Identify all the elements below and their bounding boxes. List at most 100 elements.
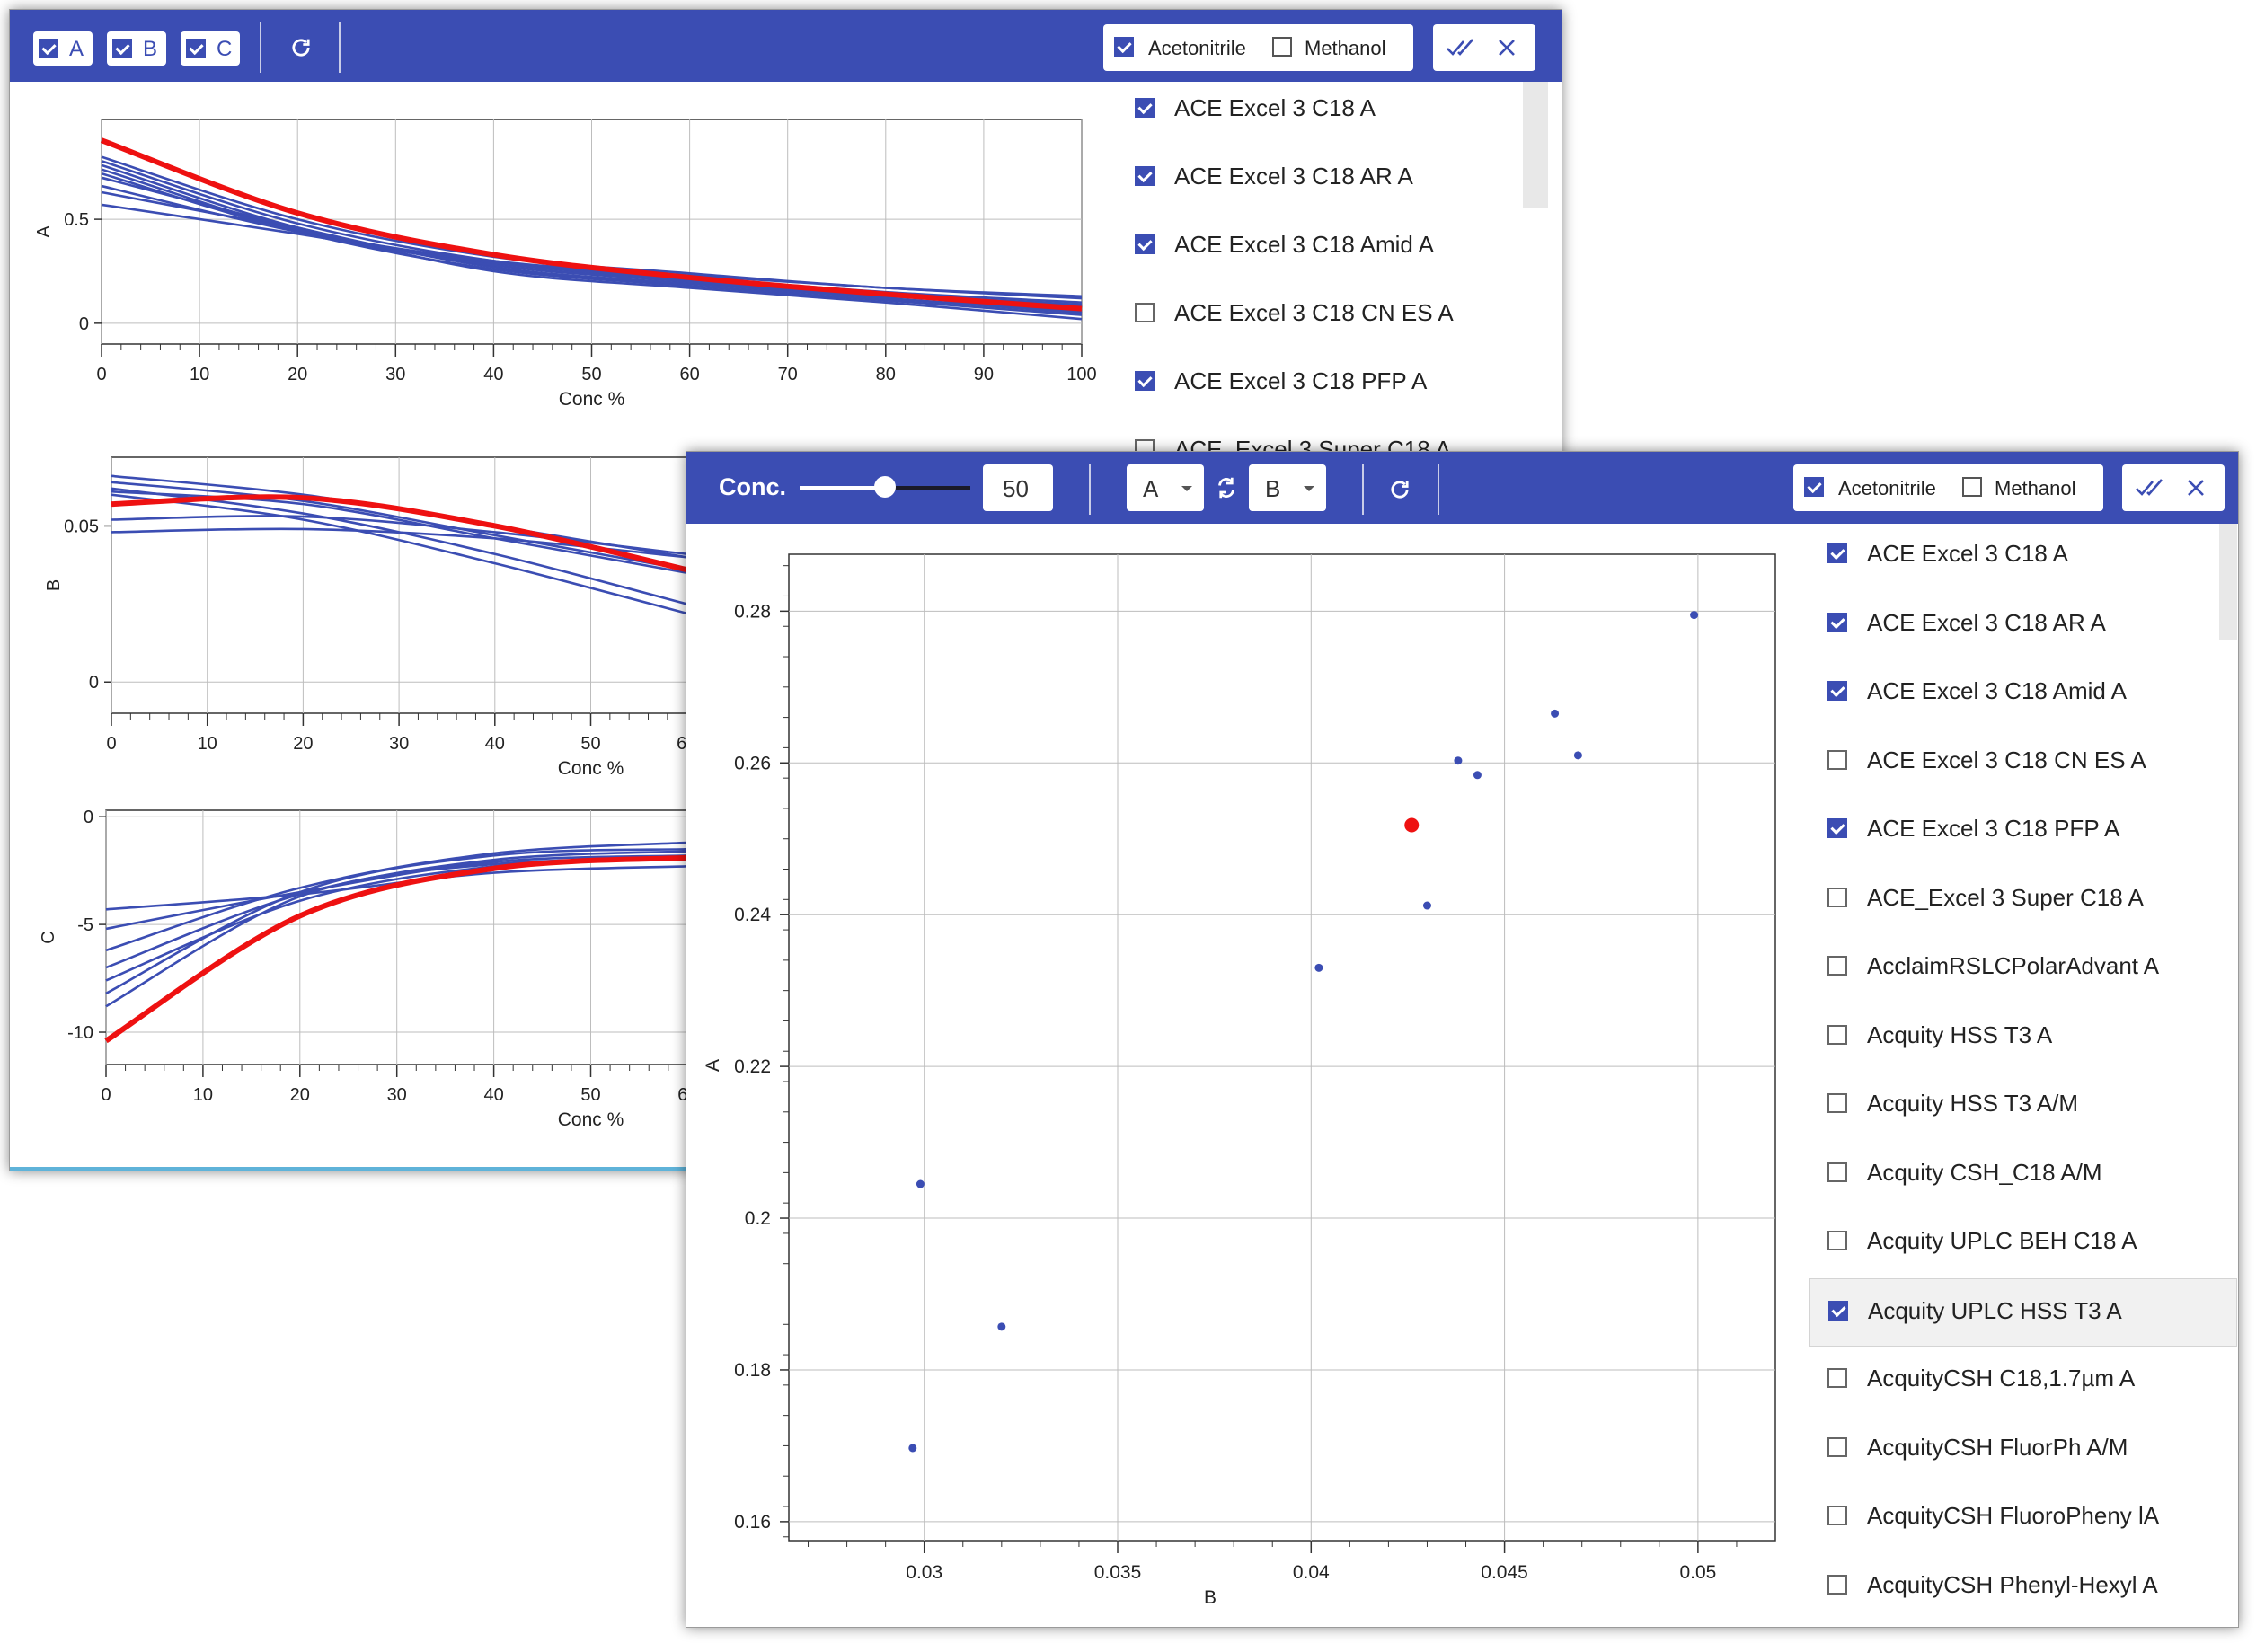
solvent-toggle-group: Acetonitrile Methanol [1793, 464, 2103, 511]
toolbar-divider [339, 22, 341, 73]
toggle-a[interactable]: A [33, 31, 93, 66]
toggle-c[interactable]: C [181, 31, 240, 66]
column-checkbox[interactable] [1827, 1231, 1847, 1250]
scatter-toolbar: Conc. 50 A B Acetonitrile Methanol [686, 452, 2238, 524]
x-axis-label: Conc % [558, 758, 624, 779]
scrollbar[interactable] [1523, 82, 1548, 208]
swap-icon[interactable] [1213, 473, 1240, 502]
conc-slider-thumb[interactable] [874, 476, 896, 498]
column-list-item[interactable]: AcquityCSH FluoroPheny lA [1809, 1484, 2237, 1552]
x-tick-label: 40 [483, 1085, 503, 1105]
x-tick-label: 20 [290, 1085, 310, 1105]
x-axis-select[interactable]: A [1127, 464, 1204, 511]
x-tick-label: 10 [198, 734, 217, 754]
column-list-item[interactable]: ACE Excel 3 C18 Amid A [1117, 213, 1548, 281]
front-column-list[interactable]: ACE Excel 3 C18 A ACE Excel 3 C18 AR A ACE… [1809, 524, 2237, 1625]
apply-close-group [1433, 24, 1535, 71]
column-checkbox[interactable] [1827, 1162, 1847, 1182]
column-list-item[interactable]: Acquity UPLC BEH C18 A [1809, 1209, 2237, 1277]
column-list-item[interactable]: ACE Excel 3 C18 A [1117, 76, 1548, 145]
data-point [908, 1444, 917, 1453]
column-list-item[interactable]: AcquityCSH C18,1.7µm A [1809, 1347, 2237, 1415]
column-checkbox[interactable] [1828, 1300, 1848, 1321]
column-label: ACE Excel 3 C18 PFP A [1174, 367, 1428, 394]
column-checkbox[interactable] [1827, 1506, 1847, 1525]
y-tick-label: 0.16 [734, 1512, 771, 1533]
column-label: ACE Excel 3 C18 A [1867, 540, 2068, 567]
column-list-item[interactable]: ACE Excel 3 C18 CN ES A [1117, 281, 1548, 349]
column-checkbox[interactable] [1827, 612, 1847, 632]
column-checkbox[interactable] [1135, 234, 1155, 254]
column-checkbox[interactable] [1827, 956, 1847, 976]
solvent-methanol[interactable]: Methanol [1272, 37, 1407, 60]
column-list-item[interactable]: ACE Excel 3 C18 AR A [1117, 145, 1548, 213]
x-tick-label: 60 [679, 365, 699, 384]
close-icon[interactable] [2185, 477, 2207, 499]
toggle-c-label: C [217, 37, 233, 61]
x-tick-label: 0.05 [1679, 1562, 1716, 1583]
y-tick-label: 0.2 [745, 1208, 771, 1229]
column-list-item[interactable]: ACE_Excel 3 Super C18 A [1809, 866, 2237, 934]
double-check-icon[interactable] [1446, 37, 1476, 58]
column-checkbox[interactable] [1827, 1093, 1847, 1113]
x-tick-label: 90 [974, 365, 994, 384]
y-axis-select[interactable]: B [1249, 464, 1326, 511]
x-tick-label: 20 [293, 734, 313, 754]
column-list-item[interactable]: ACE Excel 3 C18 CN ES A [1809, 729, 2237, 797]
y-tick-label: 0 [79, 314, 89, 334]
column-checkbox[interactable] [1827, 887, 1847, 907]
refresh-icon[interactable] [288, 35, 314, 60]
column-list-item[interactable]: ACE Excel 3 C18 A [1809, 522, 2237, 590]
x-tick-label: 0.04 [1293, 1562, 1330, 1583]
column-list-item[interactable]: ACE Excel 3 C18 PFP A [1117, 349, 1548, 418]
refresh-icon[interactable] [1387, 477, 1412, 502]
x-tick-label: 100 [1066, 365, 1096, 384]
column-checkbox[interactable] [1827, 543, 1847, 563]
toggle-b[interactable]: B [107, 31, 166, 66]
column-list-item[interactable]: ACE Excel 3 C18 AR A [1809, 591, 2237, 659]
column-list-item[interactable]: Acquity UPLC HSS T3 A [1809, 1277, 2237, 1347]
solvent-acetonitrile[interactable]: Acetonitrile [1804, 477, 1966, 500]
column-checkbox[interactable] [1827, 818, 1847, 838]
column-checkbox[interactable] [1827, 681, 1847, 701]
column-list-item[interactable]: Acquity HSS T3 A [1809, 1003, 2237, 1072]
x-axis-label: Conc % [559, 389, 625, 410]
column-checkbox[interactable] [1135, 166, 1155, 186]
column-checkbox[interactable] [1135, 98, 1155, 118]
column-list-item[interactable]: AcquityCSH FluorPh A/M [1809, 1416, 2237, 1484]
toggle-b-label: B [143, 37, 158, 61]
close-icon[interactable] [1496, 37, 1517, 58]
double-check-icon[interactable] [2135, 477, 2165, 499]
column-checkbox[interactable] [1827, 749, 1847, 770]
solvent-acetonitrile[interactable]: Acetonitrile [1114, 37, 1276, 60]
column-label: AcquityCSH Phenyl-Hexyl A [1867, 1570, 2158, 1598]
column-list-item[interactable]: Acquity CSH_C18 A/M [1809, 1141, 2237, 1209]
column-label: Acquity HSS T3 A [1867, 1020, 2053, 1048]
conc-slider[interactable] [800, 476, 970, 498]
solvent-methanol-label: Methanol [1305, 37, 1386, 59]
x-tick-label: 30 [385, 365, 405, 384]
scrollbar[interactable] [2219, 524, 2237, 640]
column-checkbox[interactable] [1827, 1436, 1847, 1457]
column-checkbox[interactable] [1827, 1368, 1847, 1388]
data-point [1573, 751, 1582, 760]
solvent-methanol[interactable]: Methanol [1962, 477, 2097, 500]
scatter-chart: 0.03 0.035 0.04 0.045 0.05 0.16 0.18 0.2 0.22 0.2… [703, 553, 1776, 1608]
y-axis-label: A [34, 225, 54, 238]
x-axis-label: B [1204, 1587, 1217, 1608]
column-label: Acquity UPLC BEH C18 A [1867, 1227, 2137, 1254]
conc-input[interactable]: 50 [983, 464, 1053, 511]
column-list-item[interactable]: AcquityCSH Phenyl-Hexyl A [1809, 1553, 2237, 1621]
column-checkbox[interactable] [1827, 1574, 1847, 1595]
column-list-item[interactable]: ACE Excel 3 C18 Amid A [1809, 659, 2237, 728]
column-label: AcquityCSH FluorPh A/M [1867, 1433, 2128, 1461]
column-checkbox[interactable] [1135, 371, 1155, 391]
data-point [997, 1322, 1006, 1331]
column-list-item[interactable]: Acquity HSS T3 A/M [1809, 1072, 2237, 1140]
column-checkbox[interactable] [1135, 303, 1155, 322]
x-tick-label: 10 [190, 365, 209, 384]
column-list-item[interactable]: ACE Excel 3 C18 PFP A [1809, 797, 2237, 865]
column-list-item[interactable]: AcclaimRSLCPolarAdvant A [1809, 934, 2237, 1003]
column-label: ACE Excel 3 C18 AR A [1174, 163, 1413, 190]
column-checkbox[interactable] [1827, 1024, 1847, 1045]
